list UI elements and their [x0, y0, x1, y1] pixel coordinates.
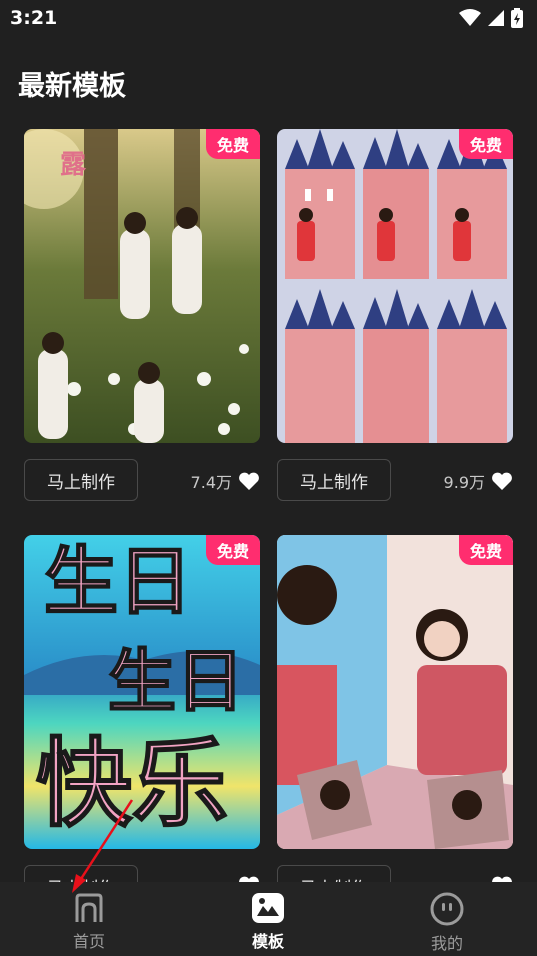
- nav-item-template[interactable]: 模板: [218, 892, 318, 952]
- heart-icon[interactable]: [491, 471, 513, 491]
- make-now-button[interactable]: 马上制作: [277, 459, 391, 501]
- free-badge: 免费: [206, 129, 260, 159]
- profile-icon: [430, 892, 464, 926]
- heart-icon[interactable]: [238, 471, 260, 491]
- make-now-button[interactable]: 马上制作: [24, 865, 138, 882]
- likes-count: [485, 875, 513, 882]
- template-grid: 最新模板 露 免费 马上制作 7.4万 免费 马上制作 9.9万 生日 生日 快…: [0, 0, 537, 882]
- heart-icon[interactable]: [491, 875, 513, 882]
- template-card[interactable]: 免费 马上制作: [277, 535, 513, 882]
- svg-text:露: 露: [60, 150, 87, 180]
- make-now-button[interactable]: 马上制作: [277, 865, 391, 882]
- forest-girl-thumbnail: 露: [24, 129, 260, 443]
- nav-item-home[interactable]: 首页: [39, 892, 139, 952]
- svg-text:生日: 生日: [108, 643, 244, 722]
- likes-count: [232, 875, 260, 882]
- likes-value: 9.9万: [443, 473, 485, 492]
- template-icon: [252, 893, 284, 923]
- template-thumbnail[interactable]: 露 免费: [24, 129, 260, 443]
- template-card[interactable]: 生日 生日 快乐 免费 马上制作: [24, 535, 260, 882]
- nav-label-profile: 我的: [430, 934, 463, 953]
- template-thumbnail[interactable]: 生日 生日 快乐 免费: [24, 535, 260, 849]
- free-badge: 免费: [459, 535, 513, 565]
- castle-thumbnail: [277, 129, 513, 443]
- nav-item-profile[interactable]: 我的: [397, 892, 497, 954]
- template-card[interactable]: 露 免费 马上制作 7.4万: [24, 129, 260, 501]
- make-now-button[interactable]: 马上制作: [24, 459, 138, 501]
- free-badge: 免费: [459, 129, 513, 159]
- free-badge: 免费: [206, 535, 260, 565]
- svg-text:快乐: 快乐: [36, 728, 228, 840]
- nav-label-home: 首页: [72, 932, 105, 951]
- template-thumbnail[interactable]: 免费: [277, 535, 513, 849]
- template-card[interactable]: 免费 马上制作 9.9万: [277, 129, 513, 501]
- nav-label-template: 模板: [251, 932, 284, 951]
- likes-count: 7.4万: [191, 469, 260, 493]
- birthday-thumbnail: 生日 生日 快乐: [24, 535, 260, 849]
- template-thumbnail[interactable]: 免费: [277, 129, 513, 443]
- page-title: 最新模板: [18, 71, 126, 102]
- likes-count: 9.9万: [444, 469, 513, 493]
- heart-icon[interactable]: [238, 875, 260, 882]
- likes-value: 7.4万: [190, 473, 232, 492]
- bottom-nav: 首页 模板 我的: [0, 882, 537, 956]
- home-icon: [75, 893, 103, 922]
- svg-text:生日: 生日: [44, 539, 192, 625]
- photo-cube-thumbnail: [277, 535, 513, 849]
